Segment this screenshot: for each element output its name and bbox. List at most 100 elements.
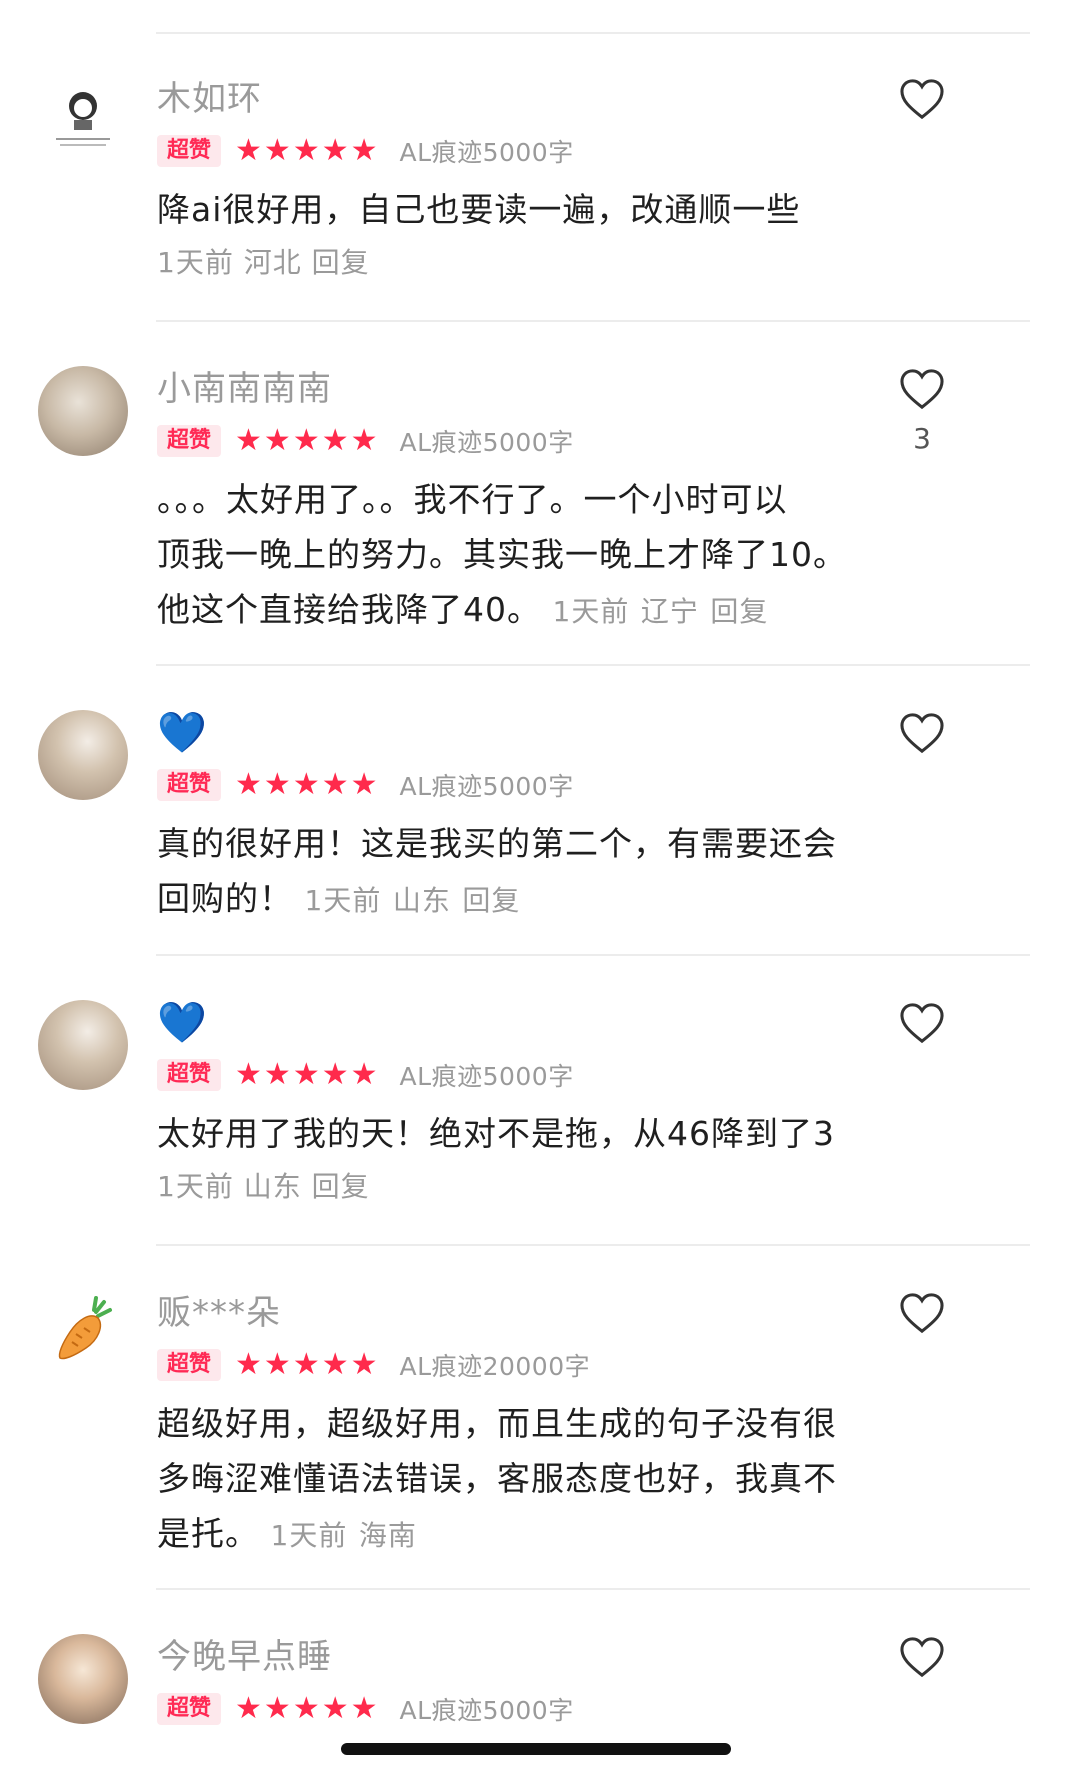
rating-badge: 超赞 [157, 769, 222, 801]
home-indicator[interactable] [341, 1743, 731, 1755]
star-icon: ★ [263, 767, 291, 802]
rating-badge: 超赞 [157, 135, 222, 167]
avatar[interactable] [38, 1000, 128, 1090]
star-icon: ★ [292, 423, 320, 458]
review-text: 。。。太好用了。。我不行了。一个小时可以 顶我一晚上的努力。其实我一晚上才降了1… [157, 472, 877, 639]
star-icon: ★ [350, 1057, 378, 1092]
review-meta: 1天前 山东 回复 [157, 1161, 877, 1213]
star-icon: ★ [321, 1691, 349, 1726]
heart-outline-icon [900, 1637, 944, 1678]
divider [156, 320, 1030, 322]
review-region: 山东 [392, 884, 451, 917]
review-feed: 木如环 超赞 ★ ★ ★ ★ ★ AL痕迹5000字 降ai很好用，自己也要读一遍，改通… [0, 0, 1080, 1777]
star-icon: ★ [263, 1691, 291, 1726]
review-region: 辽宁 [640, 595, 699, 628]
review-text: 太好用了我的天！绝对不是拖，从46降到了3 [157, 1114, 835, 1153]
star-icon: ★ [263, 1057, 291, 1092]
avatar[interactable] [38, 1290, 128, 1380]
review-time: 1天前 [157, 1170, 234, 1203]
star-icon: ★ [263, 1347, 291, 1382]
review-region: 海南 [358, 1519, 417, 1552]
review-time: 1天前 [304, 884, 382, 917]
username[interactable]: 💙 [157, 1000, 877, 1046]
review-time: 1天前 [552, 595, 630, 628]
star-rating: ★ ★ ★ ★ ★ [235, 1693, 380, 1725]
star-icon: ★ [321, 1057, 349, 1092]
review-text: 超级好用，超级好用，而且生成的句子没有很 多晦涩难懂语法错误，客服态度也好，我真… [157, 1396, 877, 1563]
star-icon: ★ [350, 767, 378, 802]
avatar[interactable] [38, 1634, 128, 1724]
review-text-line: 多晦涩难懂语法错误，客服态度也好，我真不 [157, 1459, 837, 1498]
divider [156, 1244, 1030, 1246]
rating-row: 超赞 ★ ★ ★ ★ ★ AL痕迹20000字 [157, 1342, 877, 1388]
username[interactable]: 💙 [157, 710, 877, 756]
review-text: 真的很好用！这是我买的第二个，有需要还会 回购的！ 1天前 山东 回复 [157, 816, 877, 928]
username[interactable]: 木如环 [157, 76, 877, 122]
rating-row: 超赞 ★ ★ ★ ★ ★ AL痕迹5000字 [157, 128, 877, 174]
rating-badge: 超赞 [157, 1349, 222, 1381]
reply-button[interactable]: 回复 [312, 1170, 370, 1203]
review-text-line: 顶我一晚上的努力。其实我一晚上才降了10。 [157, 535, 847, 574]
star-rating: ★ ★ ★ ★ ★ [235, 135, 380, 167]
star-icon: ★ [235, 133, 262, 168]
divider [156, 1588, 1030, 1590]
star-icon: ★ [235, 1691, 262, 1726]
reply-button[interactable]: 回复 [312, 246, 370, 279]
star-icon: ★ [235, 767, 262, 802]
rating-row: 超赞 ★ ★ ★ ★ ★ AL痕迹5000字 [157, 1052, 877, 1098]
star-icon: ★ [263, 133, 291, 168]
review-text-line: 回购的！ [157, 879, 293, 918]
star-rating: ★ ★ ★ ★ ★ [235, 769, 380, 801]
review-text-line: 。。。太好用了。。我不行了。一个小时可以 [157, 480, 788, 519]
star-icon: ★ [350, 1691, 378, 1726]
rating-row: 超赞 ★ ★ ★ ★ ★ AL痕迹5000字 [157, 762, 877, 808]
rating-row: 超赞 ★ ★ ★ ★ ★ AL痕迹5000字 [157, 1686, 877, 1732]
like-button[interactable] [892, 1636, 952, 1682]
like-button[interactable] [892, 1002, 952, 1048]
star-icon: ★ [321, 133, 349, 168]
divider [156, 954, 1030, 956]
like-button[interactable] [892, 712, 952, 758]
heart-outline-icon [900, 79, 944, 120]
heart-outline-icon [900, 1003, 944, 1044]
product-spec: AL痕迹20000字 [399, 1352, 591, 1381]
review-text-line: 超级好用，超级好用，而且生成的句子没有很 [157, 1404, 837, 1443]
review-text-line: 真的很好用！这是我买的第二个，有需要还会 [157, 824, 837, 863]
divider [156, 664, 1030, 666]
review-text: 降ai很好用，自己也要读一遍，改通顺一些 [157, 190, 801, 229]
carrot-icon [58, 1296, 112, 1360]
star-icon: ★ [350, 423, 378, 458]
product-spec: AL痕迹5000字 [399, 1062, 574, 1091]
star-icon: ★ [292, 133, 320, 168]
avatar[interactable] [38, 76, 128, 166]
divider [156, 32, 1030, 34]
like-button[interactable] [892, 1292, 952, 1338]
rating-badge: 超赞 [157, 1693, 222, 1725]
star-icon: ★ [321, 423, 349, 458]
username[interactable]: 贩***朵 [157, 1290, 877, 1336]
avatar[interactable] [38, 710, 128, 800]
like-button[interactable]: 3 [892, 368, 952, 455]
review-text-line: 他这个直接给我降了40。 [157, 590, 541, 629]
review-text-line: 是托。 [157, 1514, 259, 1553]
reply-button[interactable]: 回复 [462, 884, 520, 917]
avatar[interactable] [38, 366, 128, 456]
product-spec: AL痕迹5000字 [399, 772, 574, 801]
star-icon: ★ [263, 423, 291, 458]
star-icon: ★ [292, 767, 320, 802]
star-rating: ★ ★ ★ ★ ★ [235, 1349, 380, 1381]
reply-button[interactable]: 回复 [710, 595, 768, 628]
rating-badge: 超赞 [157, 425, 222, 457]
heart-outline-icon [900, 713, 944, 754]
review-region: 山东 [243, 1170, 302, 1203]
username[interactable]: 小南南南南 [157, 366, 877, 412]
star-icon: ★ [292, 1057, 320, 1092]
review-time: 1天前 [157, 246, 234, 279]
username[interactable]: 今晚早点睡 [157, 1634, 877, 1680]
review-time: 1天前 [270, 1519, 348, 1552]
star-icon: ★ [292, 1347, 320, 1382]
like-button[interactable] [892, 78, 952, 124]
product-spec: AL痕迹5000字 [399, 428, 574, 457]
product-spec: AL痕迹5000字 [399, 1696, 574, 1725]
star-rating: ★ ★ ★ ★ ★ [235, 425, 380, 457]
